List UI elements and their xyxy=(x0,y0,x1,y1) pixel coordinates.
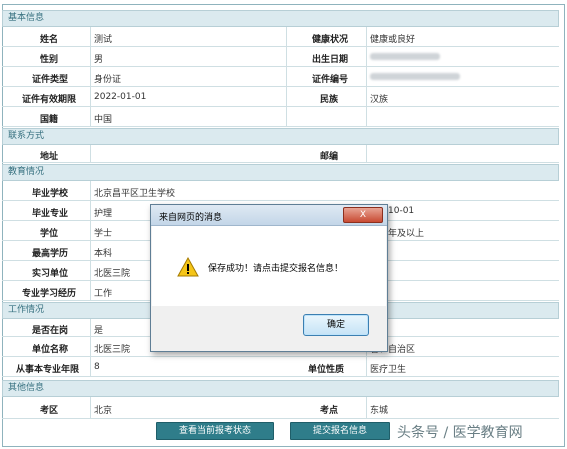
degree-value: 学士 xyxy=(94,229,113,239)
section-other: 其他信息 xyxy=(2,380,559,397)
internship-value: 北医三院 xyxy=(94,269,131,279)
top-education-value: 本科 xyxy=(94,249,113,259)
table-row: 国籍 中国 xyxy=(2,107,559,127)
column-divider xyxy=(366,397,367,419)
nationality-label: 国籍 xyxy=(40,115,59,125)
top-education-label: 最高学历 xyxy=(32,249,69,259)
table-row: 考区 北京 考点 东城 xyxy=(2,397,559,419)
degree-right-partial: 年及以上 xyxy=(388,229,425,239)
table-row: 证件类型 身份证 证件编号 xyxy=(2,67,559,87)
watermark: 头条号 / 医学教育网 xyxy=(397,425,523,441)
work-years-label: 从事本专业年限 xyxy=(16,365,80,375)
id-type-value: 身份证 xyxy=(94,75,122,85)
exam-area-label: 考区 xyxy=(40,406,59,416)
ethnic-value: 汉族 xyxy=(370,95,389,105)
dialog-title-bar: 来自网页的消息 X xyxy=(151,205,387,226)
table-row: 地址 邮编 xyxy=(2,145,559,163)
unit-name-value: 北医三院 xyxy=(94,345,131,355)
exam-site-value: 东城 xyxy=(370,406,389,416)
section-contact: 联系方式 xyxy=(2,128,559,145)
id-number-value-redacted xyxy=(370,72,460,82)
column-divider xyxy=(90,397,91,419)
column-divider xyxy=(286,27,287,127)
message-dialog: 来自网页的消息 X 保存成功！请点击提交报名信息！ 确定 xyxy=(150,204,388,352)
exam-site-label: 考点 xyxy=(320,406,339,416)
section-basic-info: 基本信息 xyxy=(2,10,559,27)
health-value: 健康或良好 xyxy=(370,35,416,45)
column-divider xyxy=(90,145,91,163)
table-row: 毕业学校 北京昌平区卫生学校 xyxy=(2,181,559,201)
column-divider xyxy=(366,27,367,127)
column-divider xyxy=(366,145,367,163)
column-divider xyxy=(90,319,91,377)
warning-icon xyxy=(177,257,199,277)
health-label: 健康状况 xyxy=(312,35,349,45)
internship-label: 实习单位 xyxy=(32,269,69,279)
dialog-message: 保存成功！请点击提交报名信息！ xyxy=(208,264,344,274)
id-validity-value: 2022-01-01 xyxy=(94,92,147,102)
major-value: 护理 xyxy=(94,209,113,219)
table-row: 姓名 测试 健康状况 健康或良好 xyxy=(2,27,559,47)
school-label: 毕业学校 xyxy=(32,189,69,199)
gender-value: 男 xyxy=(94,55,104,65)
section-education: 教育情况 xyxy=(2,164,559,181)
name-value: 测试 xyxy=(94,35,113,45)
ok-button[interactable]: 确定 xyxy=(303,314,369,336)
work-years-value: 8 xyxy=(94,362,100,372)
table-row: 性别 男 出生日期 xyxy=(2,47,559,67)
close-icon[interactable]: X xyxy=(343,207,383,223)
column-divider xyxy=(90,27,91,127)
table-row: 从事本专业年限 8 单位性质 医疗卫生 xyxy=(2,357,559,377)
unit-nature-label: 单位性质 xyxy=(308,365,345,375)
degree-label: 学位 xyxy=(40,229,59,239)
graduation-date-partial: 10-01 xyxy=(388,206,415,216)
id-number-label: 证件编号 xyxy=(312,75,349,85)
on-job-value: 是 xyxy=(94,326,104,336)
study-history-label: 专业学习经历 xyxy=(22,289,77,299)
address-label: 地址 xyxy=(40,152,59,162)
table-row: 证件有效期限 2022-01-01 民族 汉族 xyxy=(2,87,559,107)
postcode-label: 邮编 xyxy=(320,152,339,162)
dialog-title: 来自网页的消息 xyxy=(159,213,223,223)
column-divider xyxy=(90,181,91,301)
on-job-label: 是否在岗 xyxy=(32,326,69,336)
school-value: 北京昌平区卫生学校 xyxy=(94,189,176,199)
id-type-label: 证件类型 xyxy=(32,75,69,85)
gender-label: 性别 xyxy=(40,55,59,65)
unit-nature-value: 医疗卫生 xyxy=(370,365,407,375)
view-status-button[interactable]: 查看当前报考状态 xyxy=(156,422,274,440)
unit-name-label: 单位名称 xyxy=(32,345,69,355)
name-label: 姓名 xyxy=(40,35,59,45)
submit-registration-button[interactable]: 提交报名信息 xyxy=(290,422,390,440)
birth-date-label: 出生日期 xyxy=(312,55,349,65)
ethnic-label: 民族 xyxy=(320,95,339,105)
nationality-value: 中国 xyxy=(94,115,113,125)
major-label: 毕业专业 xyxy=(32,209,69,219)
exam-area-value: 北京 xyxy=(94,406,113,416)
study-history-value: 工作 xyxy=(94,289,113,299)
id-validity-label: 证件有效期限 xyxy=(22,95,77,105)
birth-date-value-redacted xyxy=(370,52,440,62)
